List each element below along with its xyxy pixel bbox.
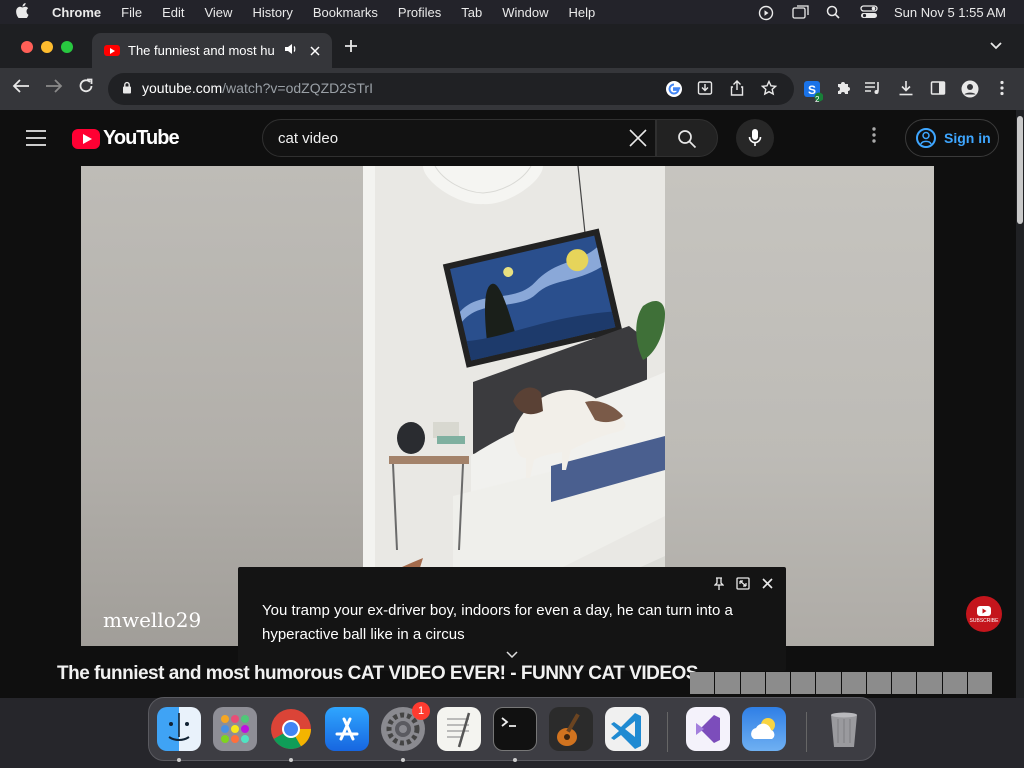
zoom-window-button[interactable] (61, 41, 73, 53)
share-icon[interactable] (728, 80, 746, 98)
menu-view[interactable]: View (204, 5, 232, 20)
related-thumbnails-strip[interactable] (690, 672, 992, 694)
video-watermark: mwello29 (103, 608, 202, 632)
tab-audio-icon[interactable] (284, 43, 298, 58)
chrome-menu-icon[interactable] (993, 80, 1011, 98)
address-bar[interactable]: youtube.com/watch?v=odZQZD2STrI (108, 73, 794, 105)
caption-text: You tramp your ex-driver boy, indoors fo… (262, 602, 733, 643)
subscribe-watermark-button[interactable]: SUBSCRIBE (966, 596, 1002, 632)
expand-caption-icon[interactable] (736, 577, 750, 593)
chrome-toolbar: youtube.com/watch?v=odZQZD2STrI S 2 (0, 68, 1024, 110)
spotlight-search-icon[interactable] (826, 5, 842, 19)
bookmark-star-icon[interactable] (760, 79, 778, 98)
clear-search-icon[interactable] (627, 127, 649, 149)
account-circle-icon (916, 128, 936, 148)
trash-icon[interactable] (822, 707, 866, 751)
menu-help[interactable]: Help (569, 5, 596, 20)
url-host: youtube.com (142, 80, 223, 96)
control-center-icon[interactable] (860, 5, 878, 19)
dock-separator (667, 712, 668, 752)
screen-mirroring-icon[interactable] (792, 5, 809, 19)
youtube-logo-icon (72, 128, 100, 149)
url-path: /watch?v=odZQZD2STrI (222, 80, 373, 96)
tab-search-chevron-icon[interactable] (990, 38, 1002, 53)
search-button[interactable] (656, 119, 718, 157)
lock-icon[interactable] (122, 81, 131, 94)
launchpad-icon[interactable] (213, 707, 257, 751)
close-window-button[interactable] (21, 41, 33, 53)
visual-studio-icon[interactable] (686, 707, 730, 751)
youtube-logo[interactable]: YouTube (72, 127, 180, 150)
voice-search-button[interactable] (736, 119, 774, 157)
vscode-icon[interactable] (605, 707, 649, 751)
new-tab-icon[interactable] (344, 36, 358, 59)
media-play-icon[interactable] (758, 5, 774, 21)
caption-expand-chevron-icon[interactable] (506, 647, 518, 661)
terminal-icon[interactable] (493, 707, 537, 751)
settings-running-dot (401, 758, 405, 762)
menu-profiles[interactable]: Profiles (398, 5, 441, 20)
close-caption-icon[interactable] (762, 577, 773, 592)
finder-icon[interactable] (157, 707, 201, 751)
menubar-clock[interactable]: Sun Nov 5 1:55 AM (894, 5, 1006, 20)
reload-icon[interactable] (78, 78, 94, 99)
scrollbar-thumb[interactable] (1017, 116, 1023, 224)
settings-notification-badge: 1 (412, 702, 430, 720)
side-panel-icon[interactable] (929, 80, 947, 98)
settings-more-icon[interactable] (872, 127, 876, 143)
profile-icon[interactable] (961, 80, 979, 98)
minimize-window-button[interactable] (41, 41, 53, 53)
install-app-icon[interactable] (696, 80, 714, 98)
chrome-running-dot (289, 758, 293, 762)
youtube-page: YouTube cat video Sign in mwello29 You t… (0, 110, 1016, 698)
microphone-icon (748, 129, 762, 146)
search-input[interactable]: cat video (278, 130, 338, 147)
tab-title: The funniest and most hu (128, 43, 275, 58)
weather-icon[interactable] (742, 707, 786, 751)
sign-in-label: Sign in (944, 130, 991, 146)
macos-menu-bar: Chrome File Edit View History Bookmarks … (0, 0, 1024, 24)
forward-icon[interactable] (45, 78, 63, 99)
menu-bookmarks[interactable]: Bookmarks (313, 5, 378, 20)
extension-s-icon[interactable]: S 2 (803, 80, 824, 104)
apple-menu-icon[interactable] (16, 2, 38, 22)
menu-app-name[interactable]: Chrome (52, 5, 101, 20)
downloads-icon[interactable] (897, 80, 915, 98)
extension-badge: 2 (815, 95, 820, 104)
search-icon (678, 130, 697, 149)
menu-file[interactable]: File (121, 5, 142, 20)
search-box[interactable]: cat video (262, 119, 656, 157)
extensions-puzzle-icon[interactable] (834, 80, 852, 98)
youtube-favicon-icon (104, 45, 120, 56)
subscribe-label: SUBSCRIBE (969, 618, 999, 624)
pin-caption-icon[interactable] (713, 577, 725, 593)
hamburger-menu-icon[interactable] (26, 130, 46, 151)
textedit-icon[interactable] (437, 707, 481, 751)
app-store-icon[interactable] (325, 707, 369, 751)
tab-youtube-video[interactable]: The funniest and most hu (92, 33, 332, 68)
media-queue-icon[interactable] (864, 80, 882, 98)
caption-window[interactable]: You tramp your ex-driver boy, indoors fo… (238, 567, 786, 671)
menu-tab[interactable]: Tab (461, 5, 482, 20)
chrome-icon[interactable] (269, 707, 313, 751)
menu-edit[interactable]: Edit (162, 5, 184, 20)
back-icon[interactable] (12, 78, 30, 99)
menu-window[interactable]: Window (502, 5, 548, 20)
terminal-running-dot (513, 758, 517, 762)
sign-in-button[interactable]: Sign in (905, 119, 999, 157)
menu-history[interactable]: History (252, 5, 292, 20)
youtube-play-icon (977, 606, 991, 616)
dock-separator-trash (806, 712, 807, 752)
finder-running-dot (177, 758, 181, 762)
video-title: The funniest and most humorous CAT VIDEO… (57, 663, 698, 684)
tab-close-icon[interactable] (310, 43, 320, 59)
google-lens-icon[interactable] (665, 80, 683, 98)
garageband-icon[interactable] (549, 707, 593, 751)
